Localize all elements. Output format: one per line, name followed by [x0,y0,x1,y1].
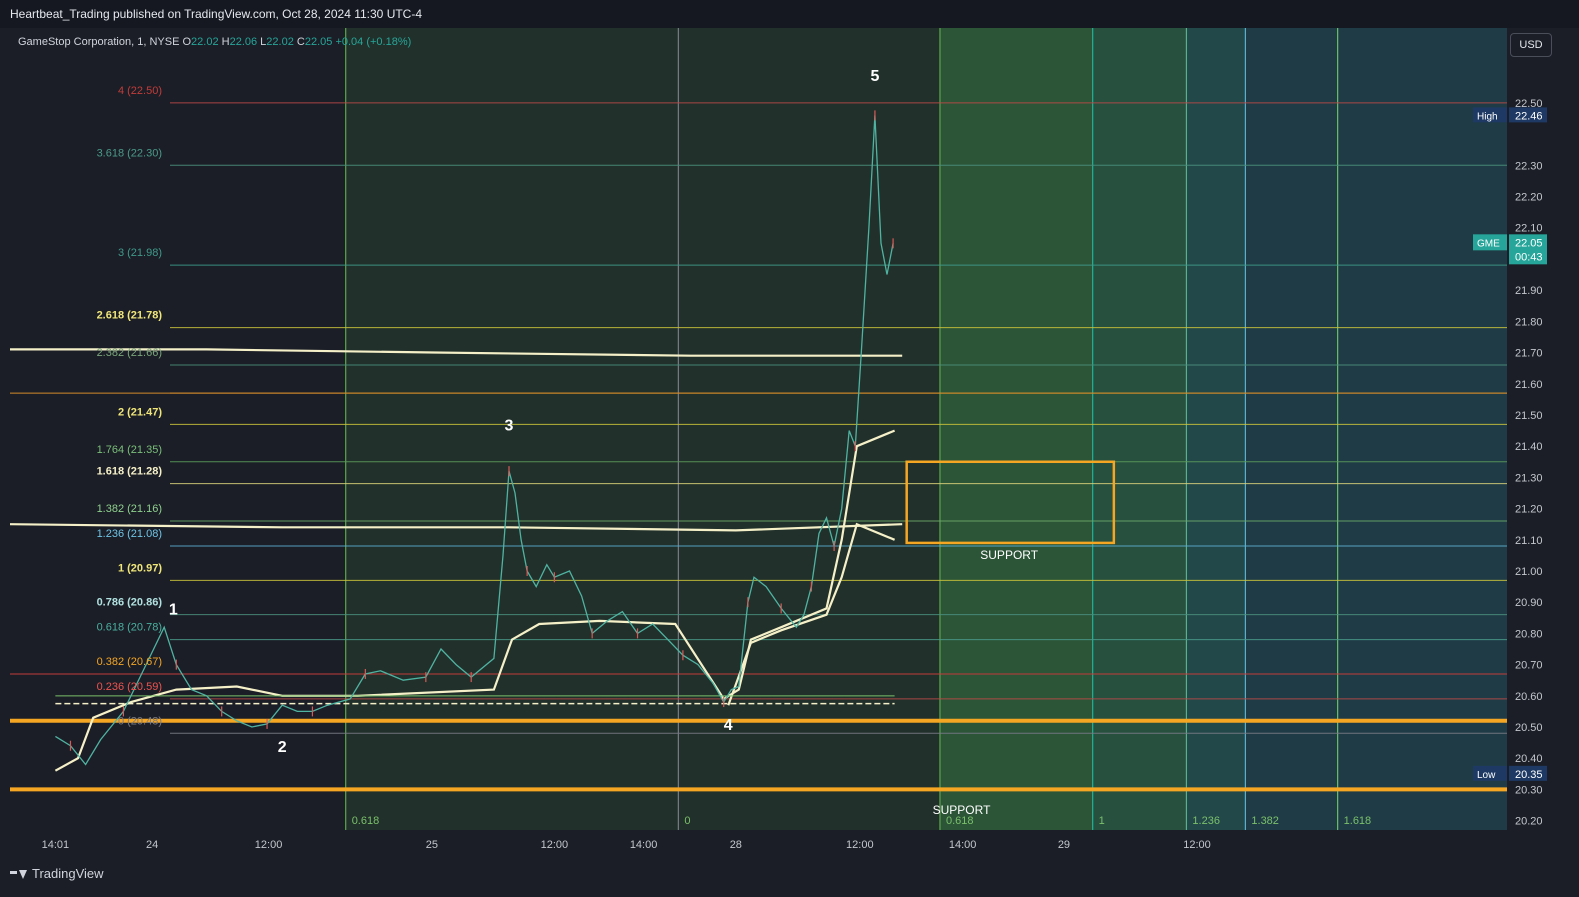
price-axis-tick: 20.80 [1515,628,1543,640]
price-axis-tick: 20.60 [1515,691,1543,703]
time-axis-tick: 12:00 [846,839,874,851]
fib-level-label: 0.786 (20.86) [97,597,163,609]
wave-label: 2 [278,739,287,756]
price-axis-tick: 20.50 [1515,722,1543,734]
fib-level-label: 1.236 (21.08) [97,528,162,540]
fib-level-label: 3 (21.98) [118,247,162,259]
price-axis-tick: 20.70 [1515,660,1543,672]
time-fib-label: 0.618 [946,815,974,827]
fib-level-label: 0.236 (20.59) [97,681,162,693]
gme-price-value: 22.05 [1515,237,1543,249]
price-axis-tick: 21.60 [1515,379,1543,391]
price-axis-tick: 21.30 [1515,472,1543,484]
fib-level-label: 0.382 (20.67) [97,656,162,668]
price-axis-tick: 21.50 [1515,410,1543,422]
price-tag-value: 22.46 [1515,110,1543,122]
time-fib-label: 1 [1099,815,1105,827]
time-axis-tick: 14:00 [630,839,658,851]
price-axis-tick: 21.80 [1515,316,1543,328]
time-zone-2 [939,28,1093,830]
time-zone-3 [1092,28,1187,830]
time-zone-4 [1186,28,1246,830]
time-axis-tick: 14:00 [949,839,977,851]
fib-level-label: 2.382 (21.66) [97,347,162,359]
wave-label: 1 [169,602,178,619]
fib-level-label: 4 (22.50) [118,85,162,97]
price-axis-tick: 21.10 [1515,535,1543,547]
time-axis-tick: 25 [426,839,438,851]
wave-label: 4 [724,717,733,734]
fib-level-label: 2 (21.47) [118,406,162,418]
price-axis-tick: 22.20 [1515,192,1543,204]
price-axis-tick: 22.30 [1515,160,1543,172]
time-axis-tick: 29 [1058,839,1070,851]
price-tag-label: Low [1477,770,1496,781]
time-fib-label: 1.382 [1251,815,1279,827]
price-tag-label: High [1477,111,1498,122]
tradingview-logo-icon [10,869,27,879]
wave-label: 5 [870,68,879,85]
price-axis-tick: 22.10 [1515,223,1543,235]
gme-tag-label: GME [1477,238,1500,249]
price-axis-bg [1507,28,1579,838]
price-axis-tick: 20.40 [1515,753,1543,765]
chart-svg[interactable]: SUPPORTSUPPORT4 (22.50)3.618 (22.30)3 (2… [10,28,1579,866]
price-axis-tick: 21.20 [1515,504,1543,516]
time-axis-tick: 12:00 [541,839,569,851]
time-fib-label: 1.618 [1344,815,1372,827]
fib-level-label: 1.618 (21.28) [97,466,163,478]
price-axis-tick: 21.70 [1515,348,1543,360]
price-axis-tick: 21.90 [1515,285,1543,297]
fib-level-label: 1 (20.97) [118,562,162,574]
price-axis-tick: 21.00 [1515,566,1543,578]
publish-header: Heartbeat_Trading published on TradingVi… [0,0,1579,28]
price-axis-tick: 20.90 [1515,597,1543,609]
fib-level-label: 3.618 (22.30) [97,147,162,159]
gme-countdown: 00:43 [1515,251,1543,263]
price-axis-tick: 20.20 [1515,816,1543,828]
time-axis-tick: 24 [146,839,158,851]
time-fib-label: 0 [684,815,690,827]
time-fib-label: 0.618 [352,815,380,827]
time-axis-tick: 28 [730,839,742,851]
currency-button[interactable]: USD [1510,33,1552,57]
fib-level-label: 0 (20.48) [118,715,162,727]
wave-label: 3 [505,418,514,435]
footer-brand: TradingView [10,866,104,881]
time-fib-label: 1.236 [1192,815,1220,827]
brand-label: TradingView [32,866,104,881]
ohlc-legend: GameStop Corporation, 1, NYSE O22.02 H22… [18,36,411,48]
price-axis-tick: 21.40 [1515,441,1543,453]
time-zone-5 [1245,28,1507,830]
price-axis-tick: 20.30 [1515,784,1543,796]
price-chart[interactable]: SUPPORT SUPPORT 4 (22.50) 3.618 (22.30) 3 (2… [10,28,1579,866]
fib-level-label: 2.618 (21.78) [97,310,163,322]
time-zone-1 [345,28,940,830]
support-box-label: SUPPORT [980,548,1038,562]
time-axis-bg [10,830,1579,866]
fib-level-label: 1.382 (21.16) [97,503,162,515]
fib-level-label: 1.764 (21.35) [97,444,162,456]
time-axis-tick: 12:00 [1183,839,1211,851]
time-axis-tick: 12:00 [255,839,283,851]
fib-level-label: 0.618 (20.78) [97,622,162,634]
price-tag-value: 20.35 [1515,769,1543,781]
time-axis-tick: 14:01 [42,839,70,851]
publish-line: Heartbeat_Trading published on TradingVi… [10,7,423,21]
